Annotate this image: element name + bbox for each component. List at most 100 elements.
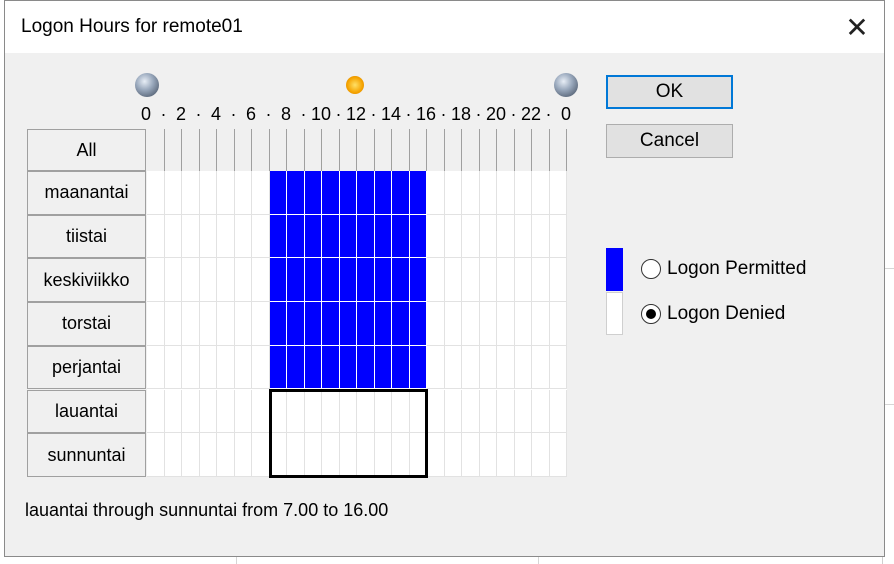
hour-column-button[interactable] (199, 129, 217, 171)
hour-cell-denied[interactable] (252, 214, 270, 259)
hour-cell-denied[interactable] (497, 258, 515, 303)
hour-cell-denied[interactable] (427, 302, 445, 346)
hour-cell-denied[interactable] (252, 345, 270, 390)
hour-cell-permitted[interactable] (339, 258, 357, 303)
hour-cell-denied[interactable] (147, 302, 165, 346)
hour-cell-permitted[interactable] (287, 214, 305, 259)
hour-cell-denied[interactable] (427, 258, 445, 303)
hour-cell-denied[interactable] (199, 345, 217, 390)
cancel-button[interactable]: Cancel (606, 124, 733, 158)
hour-cell-denied[interactable] (479, 345, 497, 390)
hour-cell-denied[interactable] (497, 389, 515, 434)
hour-cell-denied[interactable] (234, 389, 252, 434)
hour-cell-permitted[interactable] (357, 345, 375, 390)
hour-cell-permitted[interactable] (269, 302, 287, 346)
hour-cell-denied[interactable] (217, 389, 235, 434)
hour-cell-permitted[interactable] (322, 214, 340, 259)
hour-cell-denied[interactable] (427, 214, 445, 259)
hour-cell-denied[interactable] (497, 171, 515, 215)
hour-cell-permitted[interactable] (392, 214, 410, 259)
hour-cell-permitted[interactable] (339, 171, 357, 215)
hour-cell-denied[interactable] (532, 171, 550, 215)
hour-cell-permitted[interactable] (322, 345, 340, 390)
hour-cell-denied[interactable] (147, 389, 165, 434)
hour-column-button[interactable] (339, 129, 357, 171)
hour-cell-permitted[interactable] (339, 214, 357, 259)
hour-cell-denied[interactable] (532, 214, 550, 259)
hour-cell-permitted[interactable] (304, 214, 322, 259)
hour-cell-denied[interactable] (444, 433, 462, 477)
hour-cell-denied[interactable] (462, 345, 480, 390)
hour-cell-denied[interactable] (532, 389, 550, 434)
hour-column-button[interactable] (304, 129, 322, 171)
hour-cell-denied[interactable] (427, 389, 445, 434)
hour-cell-denied[interactable] (182, 171, 200, 215)
hour-cell-permitted[interactable] (287, 171, 305, 215)
hour-cell-permitted[interactable] (339, 345, 357, 390)
hour-cell-permitted[interactable] (269, 171, 287, 215)
hour-cell-denied[interactable] (217, 302, 235, 346)
hour-cell-denied[interactable] (147, 258, 165, 303)
hour-cell-denied[interactable] (199, 214, 217, 259)
hour-column-button[interactable] (357, 129, 375, 171)
hour-cell-denied[interactable] (444, 389, 462, 434)
hour-cell-denied[interactable] (444, 345, 462, 390)
hour-cell-denied[interactable] (497, 214, 515, 259)
hour-cell-permitted[interactable] (392, 258, 410, 303)
hour-column-button[interactable] (164, 129, 182, 171)
hour-cell-denied[interactable] (199, 302, 217, 346)
hour-cell-denied[interactable] (234, 345, 252, 390)
hour-cell-denied[interactable] (164, 214, 182, 259)
hour-cell-denied[interactable] (497, 433, 515, 477)
hour-cell-denied[interactable] (164, 433, 182, 477)
hour-column-button[interactable] (514, 129, 532, 171)
hour-column-button[interactable] (392, 129, 410, 171)
hour-column-button[interactable] (497, 129, 515, 171)
hour-cell-denied[interactable] (479, 171, 497, 215)
hour-cell-denied[interactable] (164, 389, 182, 434)
logon-permitted-option[interactable]: Logon Permitted (641, 258, 806, 280)
hour-cell-denied[interactable] (199, 433, 217, 477)
hour-cell-permitted[interactable] (287, 345, 305, 390)
hour-cell-denied[interactable] (147, 171, 165, 215)
hour-cell-denied[interactable] (497, 302, 515, 346)
hour-column-button[interactable] (462, 129, 480, 171)
hour-cell-denied[interactable] (182, 433, 200, 477)
hour-cell-permitted[interactable] (357, 214, 375, 259)
hour-cell-denied[interactable] (427, 433, 445, 477)
hour-cell-denied[interactable] (182, 214, 200, 259)
hour-cell-denied[interactable] (164, 258, 182, 303)
logon-denied-radio[interactable] (641, 304, 661, 324)
hour-cell-denied[interactable] (462, 258, 480, 303)
hour-cell-denied[interactable] (549, 214, 567, 259)
hour-cell-permitted[interactable] (269, 345, 287, 390)
hour-cell-permitted[interactable] (322, 171, 340, 215)
hour-cell-permitted[interactable] (339, 302, 357, 346)
hour-cell-denied[interactable] (182, 258, 200, 303)
day-button-tiistai[interactable]: tiistai (27, 214, 146, 259)
hour-cell-denied[interactable] (252, 302, 270, 346)
hour-cell-permitted[interactable] (374, 345, 392, 390)
logon-denied-option[interactable]: Logon Denied (641, 303, 785, 325)
hour-cell-denied[interactable] (462, 302, 480, 346)
day-button-perjantai[interactable]: perjantai (27, 345, 146, 390)
hour-cell-denied[interactable] (532, 302, 550, 346)
hour-cell-denied[interactable] (462, 389, 480, 434)
hour-cell-denied[interactable] (514, 214, 532, 259)
hour-cell-denied[interactable] (444, 214, 462, 259)
hour-cell-denied[interactable] (514, 433, 532, 477)
hour-cell-denied[interactable] (147, 433, 165, 477)
hour-cell-permitted[interactable] (409, 214, 427, 259)
hour-cell-denied[interactable] (182, 345, 200, 390)
hour-cell-denied[interactable] (514, 389, 532, 434)
hour-cell-denied[interactable] (252, 433, 270, 477)
hour-cell-denied[interactable] (217, 214, 235, 259)
hour-cell-permitted[interactable] (392, 302, 410, 346)
hour-column-button[interactable] (409, 129, 427, 171)
hour-cell-denied[interactable] (217, 345, 235, 390)
hour-column-button[interactable] (479, 129, 497, 171)
hour-cell-permitted[interactable] (409, 258, 427, 303)
hour-cell-permitted[interactable] (357, 258, 375, 303)
hour-cell-denied[interactable] (147, 345, 165, 390)
hour-cell-denied[interactable] (462, 433, 480, 477)
